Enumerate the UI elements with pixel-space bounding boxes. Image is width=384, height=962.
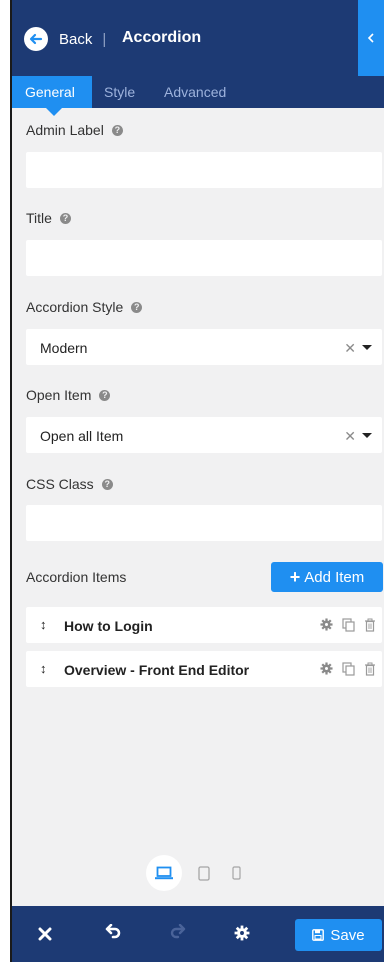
clear-icon[interactable]: ✕ [344,340,356,357]
clear-icon[interactable]: ✕ [344,428,356,445]
admin-label-heading: Admin Label ? [26,122,123,138]
help-icon[interactable]: ? [101,478,113,490]
accordion-item-label: Overview - Front End Editor [64,662,250,678]
title-label-text: Title [26,210,52,226]
dropdown-arrow-icon[interactable] [362,433,372,438]
back-arrow-icon [24,27,48,51]
open-item-select[interactable]: Open all Item ✕ [26,417,382,453]
accordion-style-heading: Accordion Style ? [26,299,143,315]
accordion-item-label: How to Login [64,618,153,634]
open-item-label-text: Open Item [26,387,92,403]
plus-icon: + [289,566,301,587]
dropdown-arrow-icon[interactable] [362,345,372,350]
accordion-items-label-text: Accordion Items [26,569,127,585]
mobile-icon [232,866,241,880]
tab-style[interactable]: Style [104,84,135,100]
admin-label-input[interactable] [26,152,382,188]
chevron-left-icon [367,33,374,43]
accordion-style-select[interactable]: Modern ✕ [26,329,382,365]
css-class-heading: CSS Class ? [26,476,113,492]
back-button[interactable]: Back | [24,26,106,52]
css-class-label-text: CSS Class [26,476,94,492]
laptop-icon [155,866,173,880]
open-item-heading: Open Item ? [26,387,111,403]
tablet-icon [198,865,210,881]
editor-panel: Back | Accordion General Style Advanced … [10,0,384,962]
settings-gear-icon[interactable] [234,925,250,941]
gear-icon[interactable] [320,662,333,675]
tab-bar: General Style Advanced [12,76,384,116]
open-item-value: Open all Item [40,428,124,444]
title-input[interactable] [26,240,382,276]
header-bar: Back | Accordion [12,0,384,76]
gear-icon[interactable] [320,618,333,631]
collapse-panel-button[interactable] [358,0,384,76]
help-icon[interactable]: ? [131,301,143,313]
copy-icon[interactable] [342,618,355,632]
tab-advanced[interactable]: Advanced [164,84,226,100]
accordion-style-value: Modern [40,340,88,356]
add-item-button[interactable]: + Add Item [271,562,383,592]
mobile-view-button[interactable] [232,866,241,880]
save-label: Save [330,926,365,944]
accordion-style-label-text: Accordion Style [26,299,124,315]
drag-handle-icon[interactable]: ↕ [40,617,47,632]
tablet-view-button[interactable] [198,865,210,881]
help-icon[interactable]: ? [59,212,71,224]
active-tab-caret [46,108,62,116]
panel-title: Accordion [122,29,202,46]
bottom-toolbar: Save [12,906,384,962]
add-item-label: Add Item [304,568,365,586]
close-icon[interactable] [38,927,52,941]
help-icon[interactable]: ? [111,124,123,136]
css-class-input[interactable] [26,505,382,541]
tab-general[interactable]: General [25,84,75,100]
trash-icon[interactable] [364,618,376,632]
redo-icon[interactable] [170,924,186,942]
header-separator: | [102,30,107,48]
accordion-item[interactable]: ↕ Overview - Front End Editor [26,651,382,687]
device-switcher [146,855,241,891]
help-icon[interactable]: ? [99,389,111,401]
accordion-item[interactable]: ↕ How to Login [26,607,382,643]
trash-icon[interactable] [364,662,376,676]
back-label: Back [59,30,93,48]
title-heading: Title ? [26,210,71,226]
undo-icon[interactable] [105,924,121,942]
drag-handle-icon[interactable]: ↕ [40,661,47,676]
desktop-view-button[interactable] [146,855,182,891]
admin-label-text: Admin Label [26,122,104,138]
copy-icon[interactable] [342,662,355,676]
floppy-disk-icon [312,929,325,941]
accordion-items-heading: Accordion Items [26,569,126,585]
save-button[interactable]: Save [295,919,382,951]
